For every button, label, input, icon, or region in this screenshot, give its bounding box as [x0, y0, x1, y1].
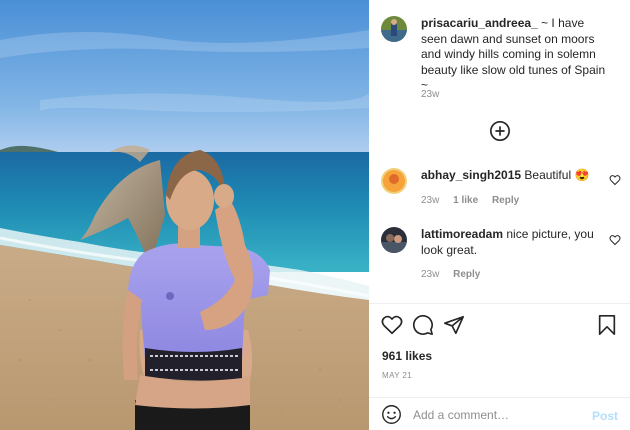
author-avatar[interactable]: [381, 16, 407, 42]
comment-input[interactable]: [413, 405, 583, 425]
comment-time[interactable]: 23w: [421, 195, 439, 206]
emoji-icon[interactable]: [381, 404, 402, 425]
commenter-avatar[interactable]: [381, 168, 407, 194]
heart-icon[interactable]: [609, 234, 621, 246]
comment-item: lattimoreadam nice picture, you look gre…: [421, 227, 600, 258]
reply-button[interactable]: Reply: [453, 269, 480, 280]
commenter-avatar[interactable]: [381, 227, 407, 253]
plus-circle-icon[interactable]: [489, 120, 511, 142]
post-button[interactable]: Post: [592, 409, 618, 423]
comment-username[interactable]: lattimoreadam: [421, 227, 503, 241]
comment-item: abhay_singh2015 Beautiful 😍: [421, 168, 600, 184]
comment-meta: 23w Reply: [421, 269, 630, 280]
reply-button[interactable]: Reply: [492, 195, 519, 206]
divider: [369, 303, 630, 304]
share-icon[interactable]: [443, 314, 465, 336]
bookmark-icon[interactable]: [596, 314, 618, 336]
post-photo[interactable]: [0, 0, 369, 430]
post-date[interactable]: MAY 21: [382, 371, 412, 380]
beach-photo: [0, 0, 369, 430]
author-username[interactable]: prisacariu_andreea_: [421, 16, 538, 30]
comment-text: Beautiful 😍: [524, 168, 590, 182]
like-count[interactable]: 961 likes: [382, 349, 432, 363]
post-details-panel: prisacariu_andreea_ ~ I have seen dawn a…: [369, 0, 630, 430]
comment-time[interactable]: 23w: [421, 269, 439, 280]
comment-meta: 23w 1 like Reply: [421, 195, 630, 206]
caption-meta: 23w: [421, 89, 630, 100]
comment-icon[interactable]: [412, 314, 434, 336]
heart-icon[interactable]: [381, 314, 403, 336]
add-comment-bar: Post: [369, 398, 630, 430]
heart-icon[interactable]: [609, 174, 621, 186]
comment-username[interactable]: abhay_singh2015: [421, 168, 521, 182]
caption-time[interactable]: 23w: [421, 89, 439, 100]
comment-likes[interactable]: 1 like: [453, 195, 478, 206]
action-bar: [381, 314, 618, 338]
post-caption: prisacariu_andreea_ ~ I have seen dawn a…: [421, 16, 612, 94]
